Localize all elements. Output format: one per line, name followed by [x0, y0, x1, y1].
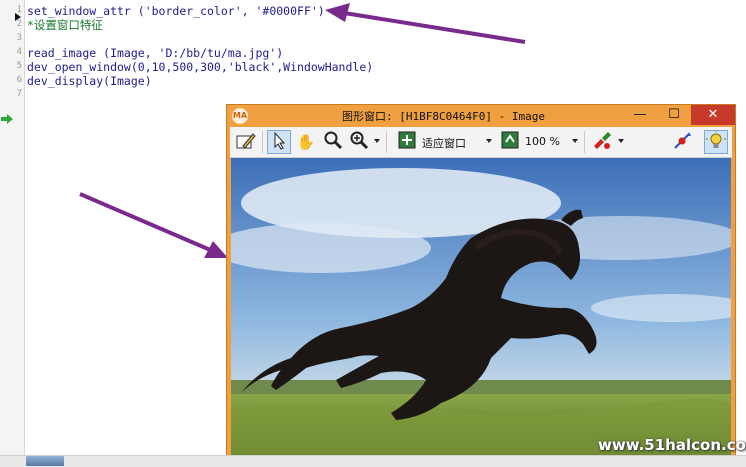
- graphics-window-titlebar[interactable]: MA 图形窗口: [H1BF8C0464F0] - Image — ☐ ✕: [227, 105, 735, 126]
- status-strip: [0, 455, 746, 467]
- zoom-dropdown-caret[interactable]: [374, 139, 380, 143]
- fit-window-icon[interactable]: [395, 130, 419, 154]
- graphics-window[interactable]: MA 图形窗口: [H1BF8C0464F0] - Image — ☐ ✕ ✋ …: [226, 104, 736, 458]
- minimize-button[interactable]: —: [623, 105, 657, 125]
- zoom-in-icon[interactable]: [347, 130, 371, 154]
- thumbnail-preview[interactable]: [26, 456, 64, 466]
- paint-dropdown-caret[interactable]: [618, 139, 624, 143]
- zoom-percent-dropdown-caret[interactable]: [572, 139, 578, 143]
- close-button[interactable]: ✕: [691, 105, 735, 125]
- annotation-arrow-top: [325, 3, 526, 44]
- anchor-icon[interactable]: [670, 130, 694, 154]
- graphics-toolbar: ✋ 适应窗口 100 %: [230, 127, 732, 158]
- fit-window-label[interactable]: 适应窗口: [422, 135, 466, 151]
- lightbulb-icon[interactable]: [704, 130, 728, 154]
- image-canvas[interactable]: [231, 158, 731, 455]
- hand-icon[interactable]: ✋: [294, 130, 318, 154]
- magnifier-icon[interactable]: [321, 130, 345, 154]
- halcon-app-icon: MA: [232, 108, 248, 124]
- paint-icon[interactable]: [590, 130, 614, 154]
- pencil-icon[interactable]: [234, 130, 258, 154]
- window-title: 图形窗口: [H1BF8C0464F0] - Image: [342, 110, 545, 123]
- annotation-arrow-middle: [79, 192, 228, 258]
- zoom-percent-label[interactable]: 100 %: [525, 135, 560, 148]
- fit-window-dropdown-caret[interactable]: [486, 139, 492, 143]
- watermark-text: www.51halcon.com: [598, 436, 746, 454]
- maximize-button[interactable]: ☐: [657, 105, 691, 125]
- zoom-percent-icon[interactable]: [498, 130, 522, 154]
- horse-image: [231, 158, 731, 455]
- pointer-icon[interactable]: [267, 130, 291, 154]
